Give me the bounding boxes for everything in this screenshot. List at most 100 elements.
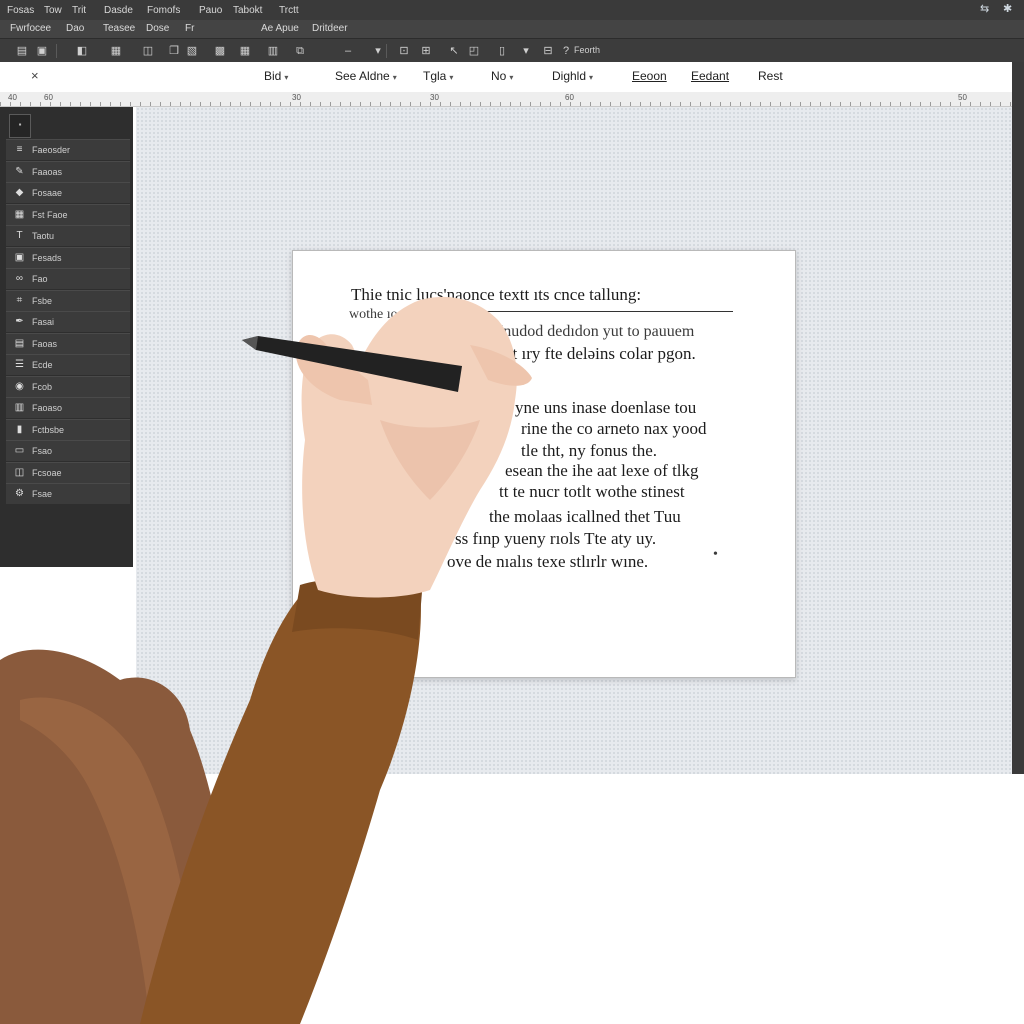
align-icon[interactable]: ⊡ xyxy=(396,43,412,59)
dropdown-label: No xyxy=(491,69,507,83)
close-icon[interactable]: × xyxy=(31,68,39,83)
toolbar-divider xyxy=(386,44,387,58)
menu-item[interactable]: Fosas xyxy=(7,5,34,16)
crop-icon: ⌗ xyxy=(16,294,23,306)
tool-panel-item[interactable]: ◉ Fcob xyxy=(6,375,130,397)
toolbar-item[interactable]: Dose xyxy=(146,23,169,34)
help-icon[interactable]: ? xyxy=(558,43,574,59)
text-line: tt te nucr totlt wothe stinest xyxy=(499,482,685,501)
tool-panel-item[interactable]: ◆ Fosaae xyxy=(6,182,130,203)
print-icon[interactable]: ▦ xyxy=(108,43,124,59)
panel-collapse-icon[interactable]: ▪ xyxy=(9,114,31,138)
grid-icon: ▦ xyxy=(14,208,25,220)
toolbar-item[interactable]: Ae Apue xyxy=(261,23,299,34)
numbering-dropdown[interactable]: No ▾ xyxy=(491,69,513,83)
shape-icon: ◆ xyxy=(15,187,24,198)
settings-icon[interactable]: ✱ xyxy=(1003,2,1012,15)
tool-panel-item[interactable]: T Taotu xyxy=(6,225,130,246)
tool-panel-item[interactable]: ▤ Faoas xyxy=(6,332,130,354)
dropdown-label: Bid xyxy=(264,69,282,83)
chevron-down-icon[interactable]: ▾ xyxy=(370,43,386,59)
tool-panel-item[interactable]: ☰ Ecde xyxy=(6,354,130,375)
toolbar-item[interactable]: Dritdeer xyxy=(312,23,348,34)
tool-panel-label: Fst Faoe xyxy=(32,209,68,220)
reset-button[interactable]: Rest xyxy=(758,69,783,83)
vertical-scrollbar[interactable] xyxy=(1012,62,1024,774)
tool-panel-item[interactable]: ∞ Fao xyxy=(6,268,130,289)
tool-panel-item[interactable]: ▮ Fctbsbe xyxy=(6,418,130,440)
font-weight-dropdown[interactable]: Bid ▾ xyxy=(264,69,288,83)
tool-panel-item[interactable]: ✎ Faaoas xyxy=(6,160,130,182)
text-icon: T xyxy=(16,230,23,241)
copy-icon[interactable]: ❐ xyxy=(166,43,182,59)
tool-panel-label: Fasai xyxy=(32,317,55,327)
tool-panel-label: Fcsoae xyxy=(32,467,62,478)
image-icon[interactable]: ▩ xyxy=(212,43,228,59)
menu-item[interactable]: Tabokt xyxy=(233,5,262,16)
open-file-icon[interactable]: ▣ xyxy=(34,43,50,59)
tool-panel-item[interactable]: ⚙ Fsae xyxy=(6,483,130,504)
tool-panel-label: Fesads xyxy=(32,252,62,263)
menu-item[interactable]: Dasde xyxy=(104,5,133,16)
menu-item[interactable]: Tow xyxy=(44,5,62,16)
text-frame-icon[interactable]: ▯ xyxy=(494,43,510,59)
dropdown-label: Dighld xyxy=(552,69,587,83)
tool-panel-label: Fcob xyxy=(32,381,53,392)
tool-panel-label: Faeosder xyxy=(32,145,71,155)
horizontal-ruler[interactable]: 40 60 30 30 60 50 xyxy=(0,92,1012,107)
ribbon-button[interactable]: Eedant xyxy=(691,69,729,83)
alignment-dropdown[interactable]: See Aldne ▾ xyxy=(335,69,397,83)
save-icon[interactable]: ◧ xyxy=(74,43,90,59)
highlight-dropdown[interactable]: Dighld ▾ xyxy=(552,69,593,83)
preview-icon[interactable]: ◫ xyxy=(140,43,156,59)
icon-toolbar: ▤ ▣ ◧ ▦ ◫ ❐ ▧ ▩ ▦ ▥ ⧉ – ▾ ⊡ ⊞ ↖ ◰ ▯ ▾ ⊟ … xyxy=(0,38,1024,64)
minus-icon[interactable]: – xyxy=(340,43,356,59)
tool-panel-item[interactable]: ◫ Fcsoae xyxy=(6,461,130,483)
tool-panel-label: Fsbe xyxy=(32,295,53,306)
pointer-icon[interactable]: ↖ xyxy=(446,43,462,59)
window-control-icon[interactable]: ⇆ xyxy=(980,2,989,15)
tool-panel-item[interactable]: ≡ Faeosder xyxy=(6,139,130,160)
chevron-down-icon: ▾ xyxy=(392,73,397,82)
tool-panel-item[interactable]: ▦ Fst Faoe xyxy=(6,203,130,225)
layers-icon: ≡ xyxy=(16,144,23,155)
chevron-down-icon[interactable]: ▾ xyxy=(518,43,534,59)
text-line: tle tht, ny fonus the. xyxy=(521,441,657,460)
document-text[interactable]: Thie tnic lucs'naonce textt ıts cnce tal… xyxy=(293,251,795,677)
chevron-down-icon: ▾ xyxy=(509,73,514,82)
chart-icon[interactable]: ▥ xyxy=(265,43,281,59)
tool-panel-label: Fosaae xyxy=(32,188,63,198)
group-icon[interactable]: ◰ xyxy=(466,43,482,59)
menu-item[interactable]: Trit xyxy=(72,5,86,16)
link-icon: ∞ xyxy=(15,273,24,284)
tool-panel-label: Ecde xyxy=(32,360,53,370)
tool-panel-label: Fsae xyxy=(32,489,53,499)
link-icon[interactable]: ⧉ xyxy=(292,43,308,59)
tool-panel-label: Fsao xyxy=(32,446,53,456)
toolbar-item[interactable]: Teasee xyxy=(103,23,135,34)
toolbar-item[interactable]: Fr xyxy=(185,23,194,34)
tool-panel-label: Faoas xyxy=(32,338,58,349)
layout-icon[interactable]: ⊟ xyxy=(540,43,556,59)
menu-item[interactable]: Pauo xyxy=(199,5,222,16)
menu-item[interactable]: Fomofs xyxy=(147,5,180,16)
search-button[interactable]: Feorth xyxy=(574,45,600,55)
style-dropdown[interactable]: Tgla ▾ xyxy=(423,69,453,83)
toolbar-item[interactable]: Dao xyxy=(66,23,84,34)
new-file-icon[interactable]: ▤ xyxy=(14,43,30,59)
tool-panel-item[interactable]: ▭ Fsao xyxy=(6,440,130,461)
tool-panel-item[interactable]: ✒ Fasai xyxy=(6,311,130,332)
tool-panel-item[interactable]: ⌗ Fsbe xyxy=(6,289,130,311)
menu-item[interactable]: Trctt xyxy=(279,5,299,16)
table-icon[interactable]: ▦ xyxy=(237,43,253,59)
tool-panel-item[interactable]: ▥ Faoaso xyxy=(6,397,130,418)
text-line: esean the ihe aat lexe of tlkg xyxy=(505,461,699,480)
arrange-icon[interactable]: ⊞ xyxy=(418,43,434,59)
ribbon-button[interactable]: Eeoon xyxy=(632,69,667,83)
tool-panel-item[interactable]: ▣ Fesads xyxy=(6,246,130,268)
paste-icon[interactable]: ▧ xyxy=(184,43,200,59)
text-line: ct ıry fte deləins colar pgon. xyxy=(505,344,696,363)
text-line: the molaas icallned thet Tuu xyxy=(489,507,681,526)
toolbar-item[interactable]: Fwrfocee xyxy=(10,23,51,34)
document-page[interactable]: Thie tnic lucs'naonce textt ıts cnce tal… xyxy=(292,250,796,678)
